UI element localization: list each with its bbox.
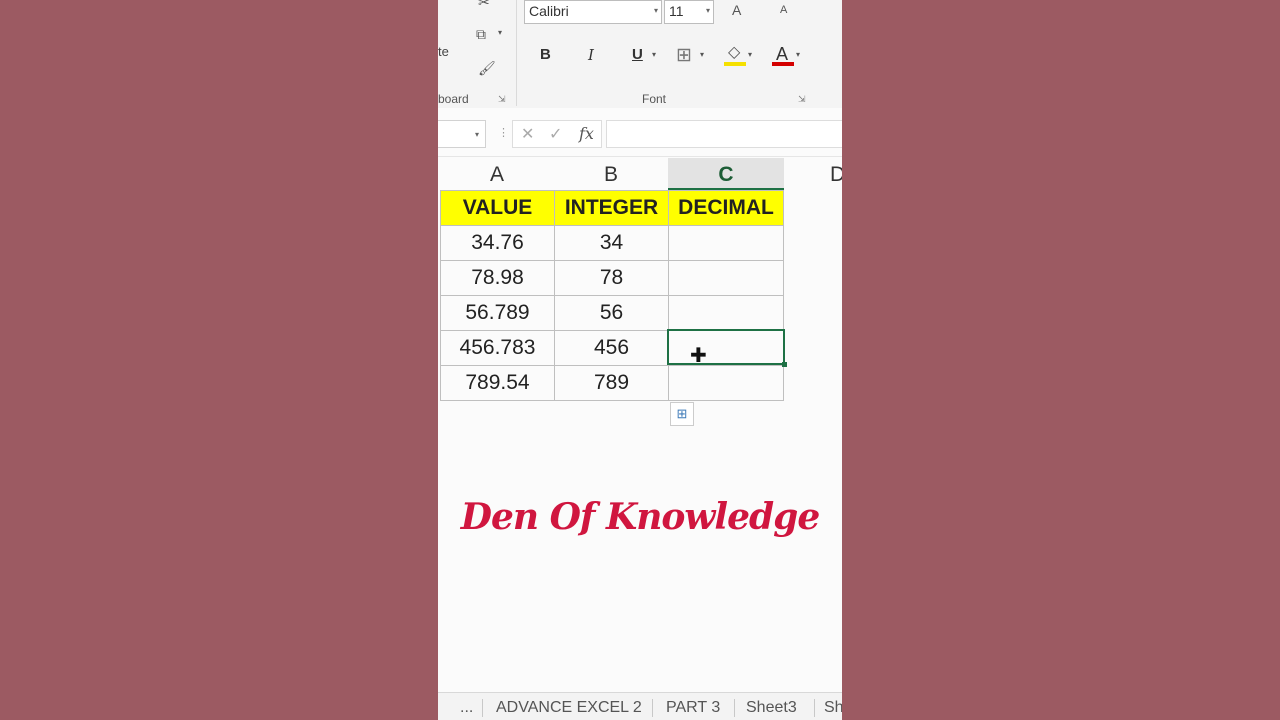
cell[interactable]: 56.789 bbox=[440, 295, 555, 331]
cell[interactable] bbox=[668, 365, 784, 401]
cell[interactable] bbox=[668, 260, 784, 296]
cut-icon[interactable]: ✂ bbox=[478, 0, 490, 11]
cell[interactable]: 78 bbox=[554, 260, 669, 296]
tab-divider bbox=[652, 699, 653, 717]
fill-handle[interactable] bbox=[782, 362, 787, 367]
ribbon: ✂ ⧉ ▾ 🖌 te board ⇲ Calibri ▾ 11 ▾ A A B … bbox=[438, 0, 842, 109]
cell[interactable]: 78.98 bbox=[440, 260, 555, 296]
chevron-down-icon: ▾ bbox=[474, 130, 479, 139]
header-cell-integer[interactable]: INTEGER bbox=[554, 190, 669, 226]
font-color-dropdown-icon[interactable]: ▾ bbox=[796, 50, 800, 59]
clipboard-group-label: board bbox=[438, 92, 469, 106]
paste-label[interactable]: te bbox=[438, 44, 449, 59]
column-header-c[interactable]: C bbox=[668, 158, 784, 190]
formula-buttons: ✕ ✓ fx bbox=[512, 120, 602, 148]
cell[interactable]: 789 bbox=[554, 365, 669, 401]
formula-input[interactable] bbox=[606, 120, 842, 148]
column-header-d[interactable]: D bbox=[830, 158, 842, 190]
watermark-text: Den Of Knowledge bbox=[460, 496, 821, 538]
cell[interactable] bbox=[668, 295, 784, 331]
data-table: VALUE INTEGER DECIMAL 34.76 34 78.98 78 … bbox=[440, 190, 784, 401]
group-divider bbox=[516, 0, 517, 106]
tab-divider bbox=[482, 699, 483, 717]
cell-cursor-icon: ✚ bbox=[690, 345, 707, 367]
copy-icon[interactable]: ⧉ bbox=[476, 26, 486, 43]
quick-analysis-icon[interactable]: ⊞ bbox=[670, 402, 694, 426]
tab-partial[interactable]: Sh bbox=[824, 699, 842, 717]
header-cell-value[interactable]: VALUE bbox=[440, 190, 555, 226]
table-row: 56.789 56 bbox=[440, 295, 784, 331]
underline-button[interactable]: U bbox=[632, 46, 643, 63]
grow-font-button[interactable]: A bbox=[732, 2, 741, 18]
cell[interactable]: 34 bbox=[554, 225, 669, 261]
tab-advance-excel-2[interactable]: ADVANCE EXCEL 2 bbox=[496, 699, 642, 717]
cell[interactable]: 34.76 bbox=[440, 225, 555, 261]
font-name-box[interactable]: Calibri ▾ bbox=[524, 0, 662, 24]
column-header-b[interactable]: B bbox=[554, 158, 668, 190]
fill-color-swatch bbox=[724, 62, 746, 66]
shrink-font-button[interactable]: A bbox=[780, 4, 787, 16]
font-size-box[interactable]: 11 ▾ bbox=[664, 0, 714, 24]
header-cell-decimal[interactable]: DECIMAL bbox=[668, 190, 784, 226]
table-row: 789.54 789 bbox=[440, 365, 784, 401]
borders-icon[interactable]: ⊞ bbox=[676, 44, 692, 67]
cell[interactable]: 56 bbox=[554, 295, 669, 331]
font-launcher-icon[interactable]: ⇲ bbox=[798, 94, 806, 105]
cell[interactable] bbox=[668, 225, 784, 261]
copy-dropdown-icon[interactable]: ▾ bbox=[498, 28, 502, 37]
underline-dropdown-icon[interactable]: ▾ bbox=[652, 50, 656, 59]
table-row: 34.76 34 bbox=[440, 225, 784, 261]
font-group-label: Font bbox=[642, 92, 667, 106]
header-row: VALUE INTEGER DECIMAL bbox=[440, 190, 784, 226]
insert-function-icon[interactable]: fx bbox=[579, 124, 594, 143]
name-box[interactable]: ▾ bbox=[438, 120, 486, 148]
chevron-down-icon: ▾ bbox=[705, 6, 710, 15]
cancel-icon[interactable]: ✕ bbox=[521, 124, 534, 144]
formula-bar: ▾ ⋮ ✕ ✓ fx bbox=[438, 108, 842, 157]
column-header-a[interactable]: A bbox=[440, 158, 554, 190]
tab-divider bbox=[734, 699, 735, 717]
borders-dropdown-icon[interactable]: ▾ bbox=[700, 50, 704, 59]
fill-color-icon[interactable]: ◇ bbox=[728, 42, 740, 62]
fill-color-dropdown-icon[interactable]: ▾ bbox=[748, 50, 752, 59]
italic-button[interactable]: I bbox=[588, 46, 594, 64]
chevron-down-icon: ▾ bbox=[653, 6, 658, 15]
sheet-tabs-bar: ... ADVANCE EXCEL 2 PART 3 Sheet3 Sh bbox=[438, 692, 842, 720]
clipboard-launcher-icon[interactable]: ⇲ bbox=[498, 94, 506, 105]
enter-icon[interactable]: ✓ bbox=[549, 124, 562, 144]
cell[interactable]: 456 bbox=[554, 330, 669, 366]
more-tabs-button[interactable]: ... bbox=[460, 699, 473, 717]
splitter-icon[interactable]: ⋮ bbox=[498, 126, 509, 139]
active-cell-border bbox=[667, 329, 785, 365]
cell[interactable]: 789.54 bbox=[440, 365, 555, 401]
font-color-swatch bbox=[772, 62, 794, 66]
table-row: 78.98 78 bbox=[440, 260, 784, 296]
font-name-value: Calibri bbox=[529, 3, 569, 19]
bold-button[interactable]: B bbox=[540, 46, 551, 63]
tab-sheet3[interactable]: Sheet3 bbox=[746, 699, 797, 717]
font-size-value: 11 bbox=[669, 3, 684, 19]
tab-part-3[interactable]: PART 3 bbox=[666, 699, 720, 717]
excel-screen: ✂ ⧉ ▾ 🖌 te board ⇲ Calibri ▾ 11 ▾ A A B … bbox=[438, 0, 842, 720]
format-painter-icon[interactable]: 🖌 bbox=[478, 60, 496, 77]
tab-divider bbox=[814, 699, 815, 717]
cell[interactable]: 456.783 bbox=[440, 330, 555, 366]
